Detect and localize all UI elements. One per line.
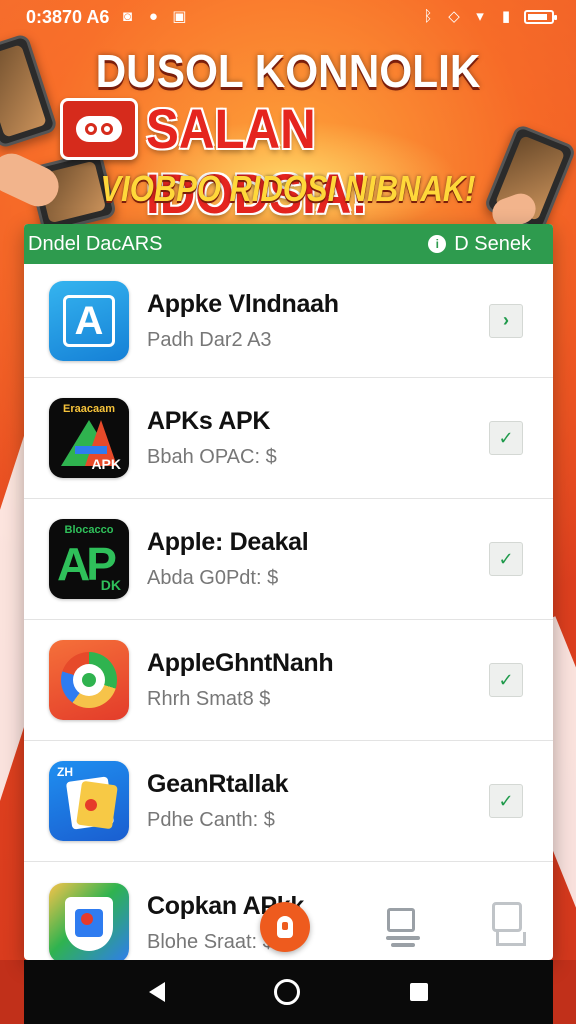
list-item[interactable]: AppleGhntNanh Rhrh Smat8 $ ✓	[24, 620, 553, 741]
laptop-icon[interactable]	[386, 908, 420, 948]
navigation-bar	[24, 960, 553, 1024]
status-time: 0:3870 A6	[26, 6, 110, 27]
card-header: Dndel DacARS i D Senek	[24, 224, 553, 264]
chevron-right-icon[interactable]: ›	[489, 303, 523, 338]
list-item[interactable]: Blocacco AP DK Apple: Deakal Abda G0Pdt:…	[24, 499, 553, 620]
shield-colorful-icon	[49, 882, 129, 960]
check-icon[interactable]: ✓	[489, 784, 523, 818]
ap-green-icon: Blocacco AP DK	[49, 519, 129, 599]
home-icon[interactable]	[274, 979, 301, 1005]
check-icon[interactable]: ✓	[489, 542, 523, 576]
app-list-card: Dndel DacARS i D Senek A Appke Vlndnaah …	[24, 224, 553, 960]
documents-icon: ZH	[49, 761, 129, 841]
orange-ring-icon	[49, 640, 129, 720]
recents-icon[interactable]	[410, 983, 429, 1001]
app-name: GeanRtallak	[147, 770, 289, 798]
lightbulb-icon[interactable]	[260, 902, 310, 952]
app-subtitle: Pdhe Canth: $	[147, 809, 275, 831]
app-name: AppleGhntNanh	[147, 649, 334, 677]
app-subtitle: Abda G0Pdt: $	[147, 567, 279, 589]
promo-logo-icon	[60, 98, 138, 160]
list-item[interactable]: ZH GeanRtallak Pdhe Canth: $ ✓	[24, 741, 553, 862]
app-name: Apple: Deakal	[147, 528, 309, 556]
banner-headline: DUSOL KONNOLIK	[95, 45, 481, 97]
app-name: APKs APK	[147, 407, 271, 435]
apk-triangle-icon: Eraacaam APK	[49, 398, 129, 478]
record-icon: ●	[148, 8, 158, 25]
camera-icon: ◙	[122, 8, 132, 25]
check-icon[interactable]: ✓	[489, 663, 523, 697]
back-icon[interactable]	[148, 982, 165, 1002]
banner-subtitle: VIOBPO RIDOSI NIBNAK!	[100, 168, 476, 209]
stand-icon[interactable]	[490, 902, 530, 948]
check-icon[interactable]: ✓	[489, 421, 523, 455]
bluetooth-icon: ᛒ	[423, 8, 433, 25]
app-list: A Appke Vlndnaah Padh Dar2 A3 › Eraacaam…	[24, 264, 553, 960]
app-subtitle: Padh Dar2 A3	[147, 328, 272, 351]
app-subtitle: Rhrh Smat8 $	[147, 688, 271, 710]
diamond-icon: ◇	[448, 8, 460, 25]
app-name: Appke Vlndnaah	[147, 289, 339, 318]
app-subtitle: Bbah OPAC: $	[147, 446, 277, 468]
blue-a-icon: A	[49, 280, 129, 361]
signal-icon: ▮	[501, 8, 511, 25]
status-bar: 0:3870 A6 ◙ ● ▣ ᛒ ◇ ▾ ▮	[0, 0, 576, 34]
card-header-title: Dndel DacARS	[28, 232, 163, 255]
promo-banner[interactable]: DUSOL KONNOLIK SALAN IDODSIA! VIOBPO RID…	[0, 34, 576, 225]
info-icon[interactable]: i	[428, 235, 447, 253]
battery-icon	[524, 10, 557, 24]
list-item[interactable]: Eraacaam APK APKs APK Bbah OPAC: $ ✓	[24, 378, 553, 499]
wifi-icon: ▾	[476, 8, 484, 25]
card-header-action[interactable]: D Senek	[454, 233, 531, 256]
image-icon: ▣	[172, 8, 187, 25]
list-item[interactable]: A Appke Vlndnaah Padh Dar2 A3 ›	[24, 264, 553, 378]
